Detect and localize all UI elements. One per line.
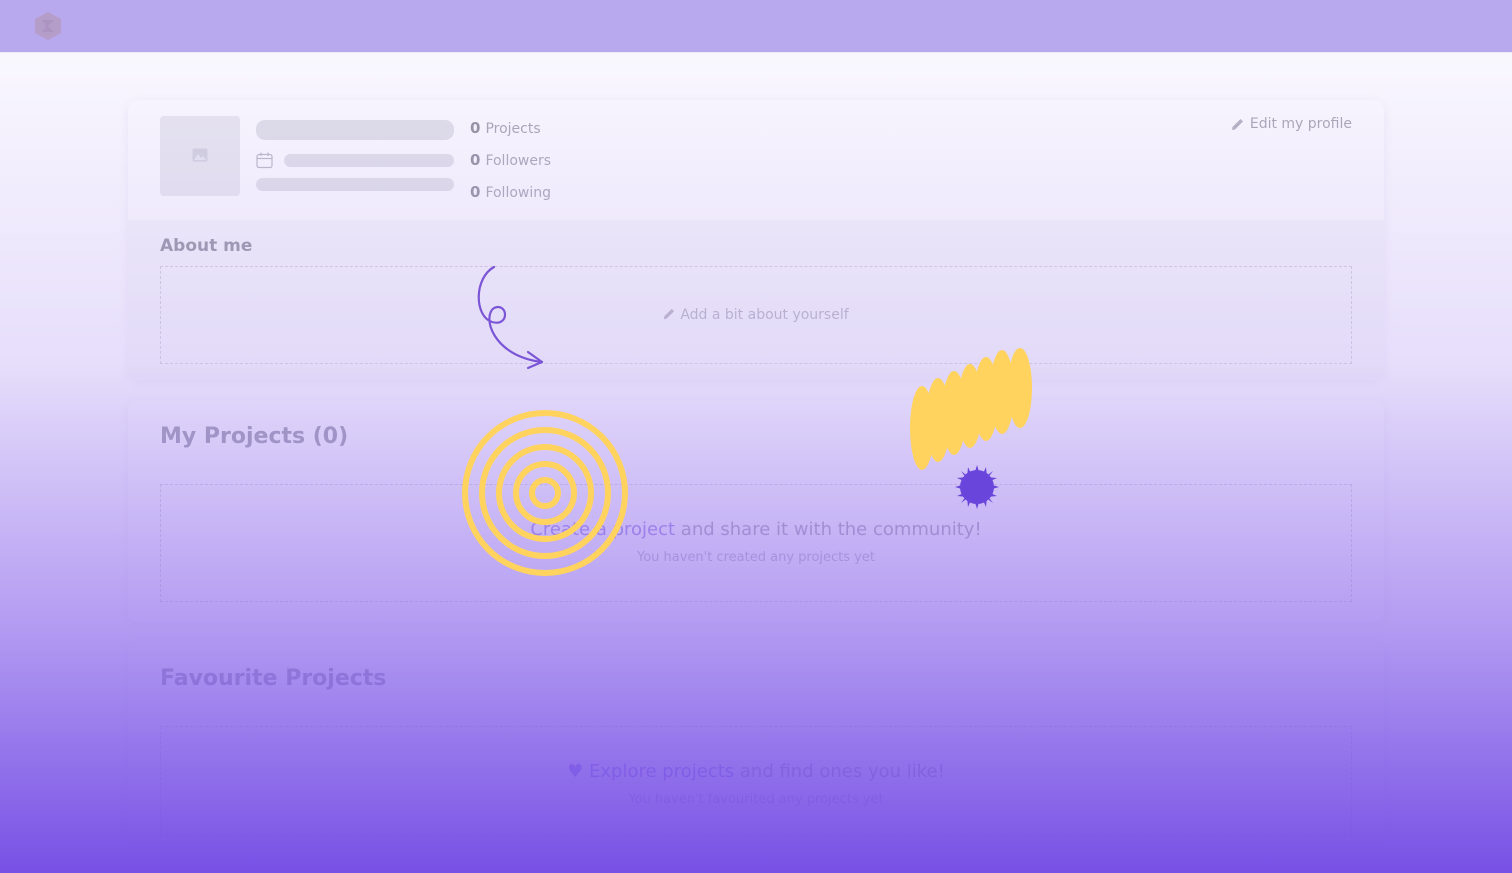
library-icon xyxy=(1284,19,1296,32)
curly-arrow-icon xyxy=(477,265,544,370)
edit-profile-label: Edit my profile xyxy=(1249,116,1352,132)
about-placeholder: Add a bit about yourself xyxy=(161,307,1351,323)
my-projects-cta: Create a project and share it with the c… xyxy=(161,519,1351,540)
favourite-projects-card: Favourite Projects ♥ Explore projects an… xyxy=(128,642,1384,842)
stat-followers-value: 0 xyxy=(470,151,481,169)
pencil-icon xyxy=(1231,118,1243,130)
brand-name[interactable]: STAX xyxy=(75,12,137,36)
stat-projects-value: 0 xyxy=(470,119,481,137)
my-projects-cta-text: and share it with the community! xyxy=(675,519,982,540)
stat-followers[interactable]: 0 Followers xyxy=(470,151,551,169)
search-icon xyxy=(327,20,338,31)
stat-projects-label: Projects xyxy=(485,121,541,137)
image-placeholder-icon xyxy=(192,148,208,162)
search-box[interactable] xyxy=(314,11,476,39)
search-input[interactable] xyxy=(343,16,468,34)
stax-logo-icon[interactable] xyxy=(33,11,63,41)
favourites-cta-text: and find ones you like! xyxy=(734,761,945,782)
heart-icon: ♥ xyxy=(567,761,590,782)
favourites-empty: ♥ Explore projects and find ones you lik… xyxy=(160,726,1352,836)
about-section: About me Add a bit about yourself xyxy=(128,220,1384,380)
calendar-icon xyxy=(256,152,273,169)
stat-following-value: 0 xyxy=(470,183,481,201)
detail-skeleton xyxy=(256,178,454,191)
starburst-icon xyxy=(955,465,999,509)
sign-in-label: Sign In xyxy=(1425,17,1473,33)
nav-link-explore[interactable]: Explore xyxy=(232,17,285,33)
about-placeholder-text: Add a bit about yourself xyxy=(680,307,849,323)
resources-link[interactable]: Resources xyxy=(1283,17,1376,33)
resources-label: Resources xyxy=(1304,17,1376,33)
favourites-cta: ♥ Explore projects and find ones you lik… xyxy=(161,761,1351,782)
my-projects-sub: You haven't created any projects yet xyxy=(637,550,875,565)
sign-in-link[interactable]: Sign In xyxy=(1403,17,1473,33)
avatar[interactable] xyxy=(160,116,240,196)
profile-card: 0 Projects 0 Followers 0 Following Edit my … xyxy=(128,100,1384,380)
yellow-scribble-icon xyxy=(910,348,1032,470)
stat-following[interactable]: 0 Following xyxy=(470,183,551,201)
edit-profile-button[interactable]: Edit my profile xyxy=(1231,116,1352,132)
favourites-sub: You haven't favourited any projects yet xyxy=(628,792,884,807)
sign-in-icon xyxy=(1403,18,1418,32)
explore-projects-link[interactable]: Explore projects xyxy=(589,761,734,782)
top-nav: STAX Create Explore Resources Sign In xyxy=(0,0,1512,53)
stat-projects[interactable]: 0 Projects xyxy=(470,119,541,137)
favourites-title: Favourite Projects xyxy=(160,666,387,691)
my-projects-card: My Projects (0) Create a project and sha… xyxy=(128,400,1384,622)
stat-followers-label: Followers xyxy=(485,153,552,169)
name-skeleton xyxy=(256,120,454,140)
concentric-circles-icon xyxy=(462,410,628,576)
about-title: About me xyxy=(160,236,253,256)
pencil-icon xyxy=(664,308,675,320)
my-projects-title: My Projects (0) xyxy=(160,424,349,449)
nav-link-create[interactable]: Create xyxy=(168,17,215,33)
stat-following-label: Following xyxy=(485,185,552,201)
about-textbox[interactable]: Add a bit about yourself xyxy=(160,266,1352,364)
joined-date-skeleton xyxy=(284,154,454,167)
my-projects-empty: Create a project and share it with the c… xyxy=(160,484,1352,602)
